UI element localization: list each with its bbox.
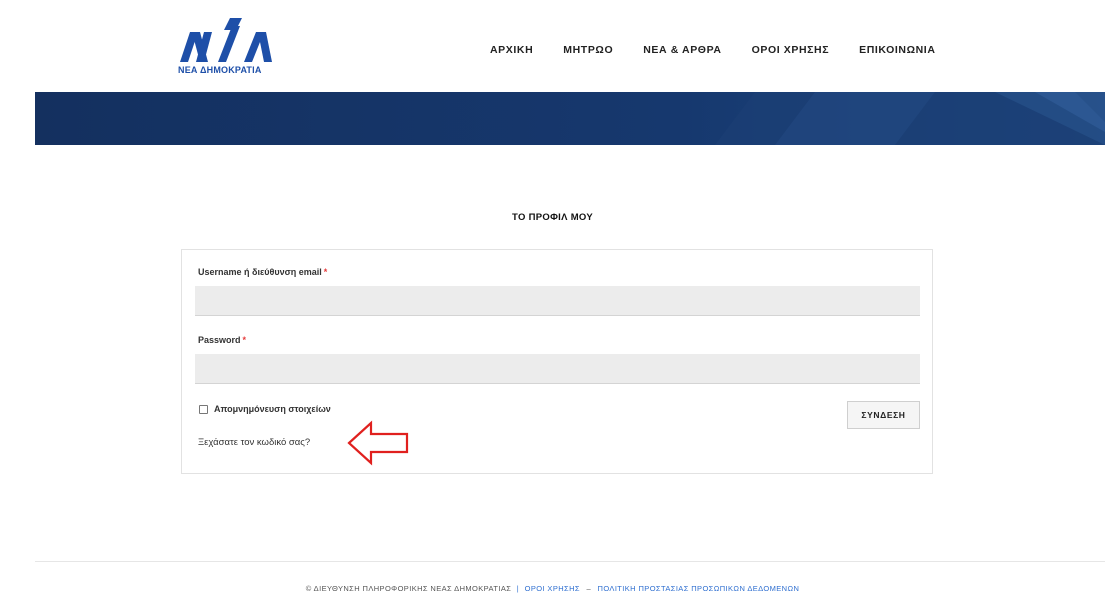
footer-divider [35,561,1105,562]
hero-banner [35,92,1105,145]
site-header: ΝΕΑ ΔΗΜΟΚΡΑΤΙΑ ΑΡΧΙΚΗ ΜΗΤΡΩΟ ΝΕΑ & ΑΡΘΡΑ… [0,0,1105,92]
nav-item-home[interactable]: ΑΡΧΙΚΗ [490,44,533,56]
username-input[interactable] [195,286,920,316]
site-logo[interactable]: ΝΕΑ ΔΗΜΟΚΡΑΤΙΑ [178,18,273,80]
password-input[interactable] [195,354,920,384]
remember-label: Απομνημόνευση στοιχείων [214,404,331,414]
logo-text: ΝΕΑ ΔΗΜΟΚΡΑΤΙΑ [178,65,262,75]
main-nav: ΑΡΧΙΚΗ ΜΗΤΡΩΟ ΝΕΑ & ΑΡΘΡΑ ΟΡΟΙ ΧΡΗΣΗΣ ΕΠ… [490,44,966,56]
required-mark: * [323,267,328,277]
nav-item-registry[interactable]: ΜΗΤΡΩΟ [563,44,613,56]
footer-privacy-link[interactable]: ΠΟΛΙΤΙΚΗ ΠΡΟΣΤΑΣΙΑΣ ΠΡΟΣΩΠΙΚΩΝ ΔΕΔΟΜΕΝΩΝ [598,584,800,593]
left-arrow-annotation-icon [347,420,409,466]
password-label: Password * [198,335,246,345]
checkbox-icon[interactable] [199,404,208,414]
nav-item-news[interactable]: ΝΕΑ & ΑΡΘΡΑ [643,44,721,56]
footer-terms-link[interactable]: ΟΡΟΙ ΧΡΗΣΗΣ [525,584,580,593]
nd-logo-icon [180,18,272,62]
password-label-text: Password [198,335,241,345]
site-footer: © ΔΙΕΥΘΥΝΣΗ ΠΛΗΡΟΦΟΡΙΚΗΣ ΝΕΑΣ ΔΗΜΟΚΡΑΤΙΑ… [0,584,1105,593]
nav-item-terms[interactable]: ΟΡΟΙ ΧΡΗΣΗΣ [752,44,830,56]
login-form: Username ή διεύθυνση email * Password * Απ… [181,249,933,474]
login-button[interactable]: ΣΥΝΔΕΣΗ [847,401,920,429]
footer-copyright: © ΔΙΕΥΘΥΝΣΗ ΠΛΗΡΟΦΟΡΙΚΗΣ ΝΕΑΣ ΔΗΜΟΚΡΑΤΙΑ… [305,584,512,593]
nav-item-contact[interactable]: ΕΠΙΚΟΙΝΩΝΙΑ [859,44,935,56]
remember-me[interactable]: Απομνημόνευση στοιχείων [199,404,331,414]
username-label-text: Username ή διεύθυνση email [198,267,322,277]
username-label: Username ή διεύθυνση email * [198,267,327,277]
forgot-password-link[interactable]: Ξεχάσατε τον κωδικό σας? [198,437,310,448]
required-mark: * [242,335,247,345]
footer-separator: | [516,584,520,593]
footer-dash: – [586,584,592,593]
page-title: ΤΟ ΠΡΟΦΙΛ ΜΟΥ [512,212,593,223]
